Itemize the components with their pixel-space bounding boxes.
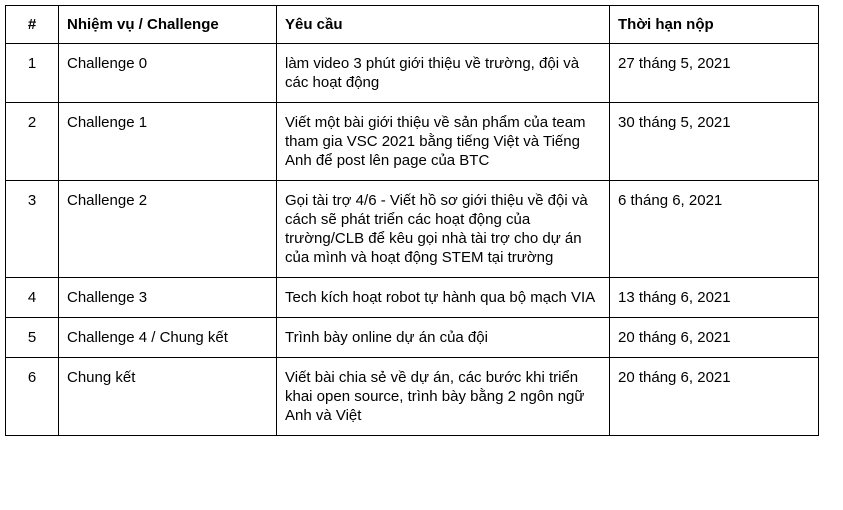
row-number: 1: [5, 43, 59, 103]
table-row: 1 Challenge 0 làm video 3 phút giới thiệ…: [5, 43, 819, 103]
row-task: Challenge 1: [58, 102, 277, 181]
row-task: Challenge 4 / Chung kết: [58, 317, 277, 358]
row-deadline: 27 tháng 5, 2021: [609, 43, 819, 103]
row-deadline: 13 tháng 6, 2021: [609, 277, 819, 318]
row-requirement: Tech kích hoạt robot tự hành qua bộ mạch…: [276, 277, 610, 318]
row-deadline: 6 tháng 6, 2021: [609, 180, 819, 278]
row-number: 2: [5, 102, 59, 181]
row-number: 4: [5, 277, 59, 318]
header-number: #: [5, 5, 59, 44]
header-deadline: Thời hạn nộp: [609, 5, 819, 44]
row-deadline: 30 tháng 5, 2021: [609, 102, 819, 181]
row-requirement: Trình bày online dự án của đội: [276, 317, 610, 358]
table-row: 4 Challenge 3 Tech kích hoạt robot tự hà…: [5, 277, 819, 318]
row-number: 6: [5, 357, 59, 436]
row-requirement: Viết bài chia sẻ về dự án, các bước khi …: [276, 357, 610, 436]
header-requirement: Yêu cầu: [276, 5, 610, 44]
row-requirement: Viết một bài giới thiệu về sản phẩm của …: [276, 102, 610, 181]
row-deadline: 20 tháng 6, 2021: [609, 357, 819, 436]
table-row: 6 Chung kết Viết bài chia sẻ về dự án, c…: [5, 357, 819, 436]
row-task: Chung kết: [58, 357, 277, 436]
row-requirement: Gọi tài trợ 4/6 - Viết hồ sơ giới thiệu …: [276, 180, 610, 278]
row-task: Challenge 2: [58, 180, 277, 278]
table-row: 3 Challenge 2 Gọi tài trợ 4/6 - Viết hồ …: [5, 180, 819, 278]
row-number: 5: [5, 317, 59, 358]
table-header-row: # Nhiệm vụ / Challenge Yêu cầu Thời hạn …: [5, 5, 819, 44]
row-task: Challenge 0: [58, 43, 277, 103]
challenge-schedule-table: # Nhiệm vụ / Challenge Yêu cầu Thời hạn …: [5, 5, 819, 436]
row-requirement: làm video 3 phút giới thiệu về trường, đ…: [276, 43, 610, 103]
row-deadline: 20 tháng 6, 2021: [609, 317, 819, 358]
row-number: 3: [5, 180, 59, 278]
table-row: 5 Challenge 4 / Chung kết Trình bày onli…: [5, 317, 819, 358]
table-row: 2 Challenge 1 Viết một bài giới thiệu về…: [5, 102, 819, 181]
row-task: Challenge 3: [58, 277, 277, 318]
header-task: Nhiệm vụ / Challenge: [58, 5, 277, 44]
